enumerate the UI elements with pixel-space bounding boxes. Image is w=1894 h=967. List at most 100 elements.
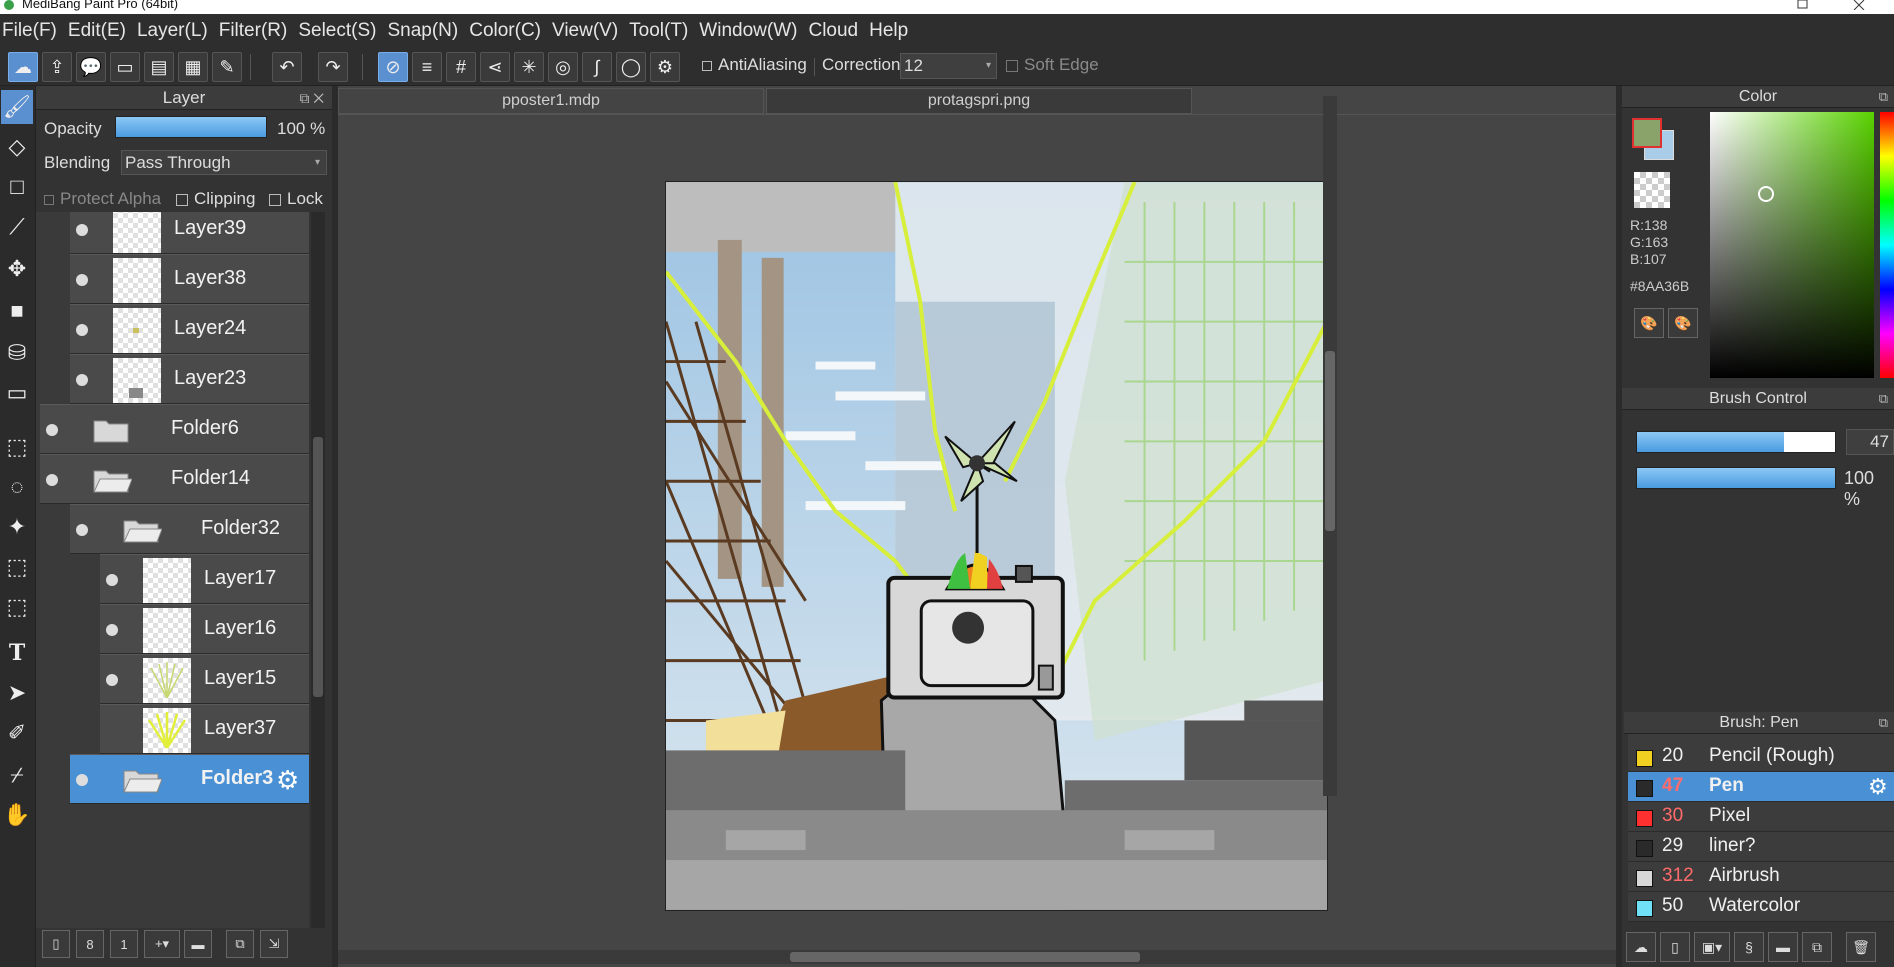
layer-row-layer17[interactable]: Layer17: [100, 554, 309, 604]
visibility-icon[interactable]: [46, 424, 58, 436]
brush-item-pencil-rough[interactable]: 20 Pencil (Rough): [1628, 742, 1894, 772]
select-pen-tool-icon[interactable]: ⬚: [1, 550, 33, 584]
visibility-icon[interactable]: [76, 274, 88, 286]
foreground-color-swatch[interactable]: [1632, 118, 1662, 148]
layer-settings-gear-icon[interactable]: ⚙: [276, 765, 299, 796]
brush-item-pixel[interactable]: 30 Pixel: [1628, 802, 1894, 832]
new-1bit-layer-icon[interactable]: 1: [110, 930, 138, 958]
page-icon[interactable]: ▤: [144, 52, 174, 82]
circle-snap-icon[interactable]: ◎: [548, 52, 578, 82]
menu-filter[interactable]: Filter(R): [217, 20, 297, 42]
menu-cloud[interactable]: Cloud: [806, 20, 867, 42]
add-layer-menu-icon[interactable]: +▾: [144, 930, 180, 958]
visibility-icon[interactable]: [76, 774, 88, 786]
color-picker-cursor[interactable]: [1758, 186, 1774, 202]
cloud-brush-icon[interactable]: ☁: [1626, 932, 1656, 962]
new-layer-icon[interactable]: ▯: [42, 930, 70, 958]
tab-pposter1[interactable]: pposter1.mdp: [338, 88, 764, 114]
visibility-icon[interactable]: [46, 474, 58, 486]
brush-item-liner[interactable]: 29 liner?: [1628, 832, 1894, 862]
correction-select[interactable]: 12 ▾: [900, 53, 997, 79]
cloud-save-icon[interactable]: ☁: [8, 52, 38, 82]
redo-icon[interactable]: ↷: [318, 52, 348, 82]
menu-select[interactable]: Select(S): [296, 20, 385, 42]
vanishing-point-icon[interactable]: ⋖: [480, 52, 510, 82]
clipping-checkbox[interactable]: Clipping: [176, 189, 255, 209]
folder-row-folder32[interactable]: Folder32: [70, 504, 309, 554]
layer-list-scrollbar[interactable]: [311, 212, 325, 928]
magic-wand-tool-icon[interactable]: ✦: [1, 510, 33, 544]
folder-row-folder3[interactable]: Folder3 ⚙: [70, 754, 309, 804]
operation-tool-icon[interactable]: ➤: [1, 676, 33, 710]
brush-item-pen[interactable]: 47 Pen ⚙: [1628, 772, 1894, 802]
bucket-tool-icon[interactable]: ⛁: [1, 336, 33, 370]
menu-layer[interactable]: Layer(L): [135, 20, 217, 42]
canvas-artwork[interactable]: [665, 181, 1328, 911]
gradient-tool-icon[interactable]: ▭: [1, 376, 33, 410]
eyedropper-tool-icon[interactable]: ⌿: [1, 758, 33, 792]
transparent-color-swatch[interactable]: [1634, 172, 1670, 208]
new-8bit-layer-icon[interactable]: 8: [76, 930, 104, 958]
parallel-snap-icon[interactable]: ≡: [412, 52, 442, 82]
move-tool-icon[interactable]: ✥: [1, 252, 33, 286]
brush-folder-icon[interactable]: ▬: [1768, 932, 1798, 962]
delete-brush-icon[interactable]: 🗑: [1846, 932, 1876, 962]
snap-settings-icon[interactable]: ⚙: [650, 52, 680, 82]
radial-snap-icon[interactable]: ✳: [514, 52, 544, 82]
protect-alpha-checkbox[interactable]: Protect Alpha: [44, 189, 161, 209]
hand-tool-icon[interactable]: ✋: [1, 798, 33, 832]
brush-size-slider[interactable]: [1636, 431, 1836, 453]
divide-tool-icon[interactable]: ✐: [1, 716, 33, 750]
new-folder-icon[interactable]: ▬: [184, 930, 212, 958]
menu-snap[interactable]: Snap(N): [385, 20, 467, 42]
menu-color[interactable]: Color(C): [467, 20, 550, 42]
menu-tool[interactable]: Tool(T): [627, 20, 697, 42]
antialiasing-toggle[interactable]: AntiAliasing: [702, 55, 807, 75]
panel-float-icon[interactable]: ⧉: [1879, 388, 1888, 410]
layer-row-layer15[interactable]: Layer15: [100, 654, 309, 704]
ellipse-snap-icon[interactable]: ◯: [616, 52, 646, 82]
folder-row-folder6[interactable]: Folder6: [40, 404, 309, 454]
layer-row-layer16[interactable]: Layer16: [100, 604, 309, 654]
canvas-horizontal-scrollbar[interactable]: [338, 950, 1616, 964]
brush-tool-icon[interactable]: 🖌: [1, 90, 33, 124]
curve-snap-icon[interactable]: ∫: [582, 52, 612, 82]
visibility-icon[interactable]: [106, 624, 118, 636]
scrollbar-thumb[interactable]: [313, 437, 323, 697]
color-saturation-value-picker[interactable]: [1710, 112, 1874, 378]
soft-edge-toggle[interactable]: Soft Edge: [1006, 55, 1099, 75]
brush-item-airbrush[interactable]: 312 Airbrush: [1628, 862, 1894, 892]
folder-row-folder14[interactable]: Folder14: [40, 454, 309, 504]
blending-select[interactable]: Pass Through ▾: [121, 150, 327, 175]
brush-script-icon[interactable]: §: [1734, 932, 1764, 962]
layer-row-layer37[interactable]: Layer37: [100, 704, 309, 754]
visibility-icon[interactable]: [106, 674, 118, 686]
panel-float-icon[interactable]: ⧉: [1879, 712, 1888, 734]
select-rect-tool-icon[interactable]: ⬚: [1, 430, 33, 464]
undo-icon[interactable]: ↶: [272, 52, 302, 82]
layer-row-layer38[interactable]: Layer38: [70, 254, 309, 304]
new-brush-icon[interactable]: ▯: [1660, 932, 1690, 962]
eraser-tool-icon[interactable]: ◇: [1, 130, 33, 164]
duplicate-brush-icon[interactable]: ⧉: [1802, 932, 1832, 962]
brush-settings-gear-icon[interactable]: ⚙: [1868, 774, 1888, 800]
visibility-icon[interactable]: [76, 324, 88, 336]
snap-off-icon[interactable]: ⊘: [378, 52, 408, 82]
brush-item-watercolor[interactable]: 50 Watercolor: [1628, 892, 1894, 922]
rectangle-tool-icon[interactable]: □: [1, 170, 33, 204]
close-icon[interactable]: [1852, 0, 1866, 11]
menu-view[interactable]: View(V): [550, 20, 627, 42]
lock-checkbox[interactable]: Lock: [269, 189, 323, 209]
palette-icon[interactable]: 🎨: [1634, 308, 1664, 338]
scrollbar-thumb[interactable]: [790, 952, 1140, 962]
layer-row-layer23[interactable]: Layer23: [70, 354, 309, 404]
text-tool-icon[interactable]: T: [1, 636, 33, 670]
panel-float-icon[interactable]: ⧉ ✕: [299, 86, 324, 110]
menu-edit[interactable]: Edit(E): [66, 20, 135, 42]
merge-down-icon[interactable]: ⇲: [260, 930, 288, 958]
layer-row-layer39[interactable]: Layer39: [70, 212, 309, 254]
visibility-icon[interactable]: [76, 524, 88, 536]
export-icon[interactable]: ⇪: [42, 52, 72, 82]
menu-file[interactable]: File(F): [0, 20, 66, 42]
edit-page-icon[interactable]: ✎: [212, 52, 242, 82]
